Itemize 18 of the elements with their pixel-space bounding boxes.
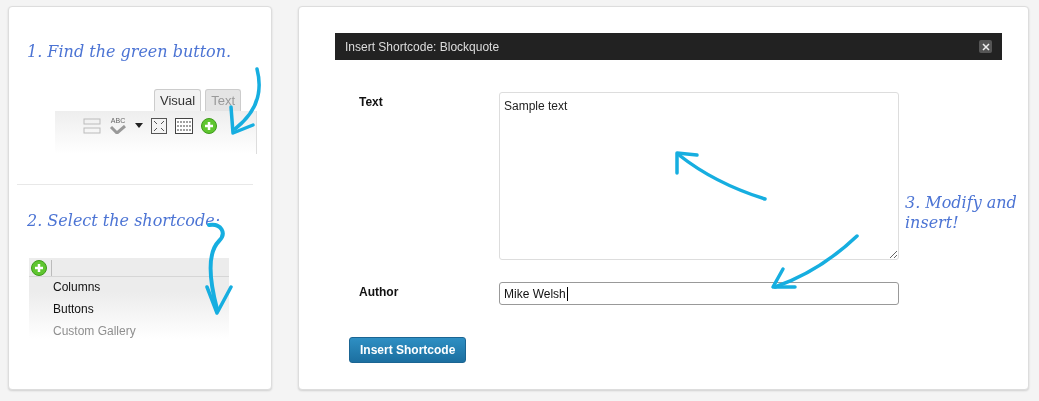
plus-icon[interactable]: [31, 260, 52, 276]
field-label: Author: [359, 284, 400, 301]
menu-item[interactable]: Columns: [29, 277, 229, 299]
editor-tab[interactable]: Visual: [153, 89, 202, 111]
menu-item[interactable]: Buttons: [29, 299, 229, 321]
step-caption: 2. Select the shortcode:: [27, 211, 222, 230]
keyboard-icon[interactable]: [175, 117, 193, 134]
fullscreen-icon[interactable]: [151, 117, 167, 134]
close-button[interactable]: [979, 40, 992, 53]
plus-icon[interactable]: [201, 117, 217, 134]
text-area[interactable]: Sample text: [499, 92, 899, 260]
insert-shortcode-button[interactable]: Insert Shortcode: [349, 337, 467, 363]
input-field[interactable]: Mike Welsh: [499, 282, 899, 305]
step-caption: 3. Modify and insert!: [905, 193, 1018, 233]
caret-icon[interactable]: [135, 123, 143, 128]
step-caption: 1. Find the green button.: [27, 42, 233, 61]
dialog-title: Insert Shortcode: Blockquote: [345, 39, 500, 54]
field-label: Text: [359, 94, 384, 111]
